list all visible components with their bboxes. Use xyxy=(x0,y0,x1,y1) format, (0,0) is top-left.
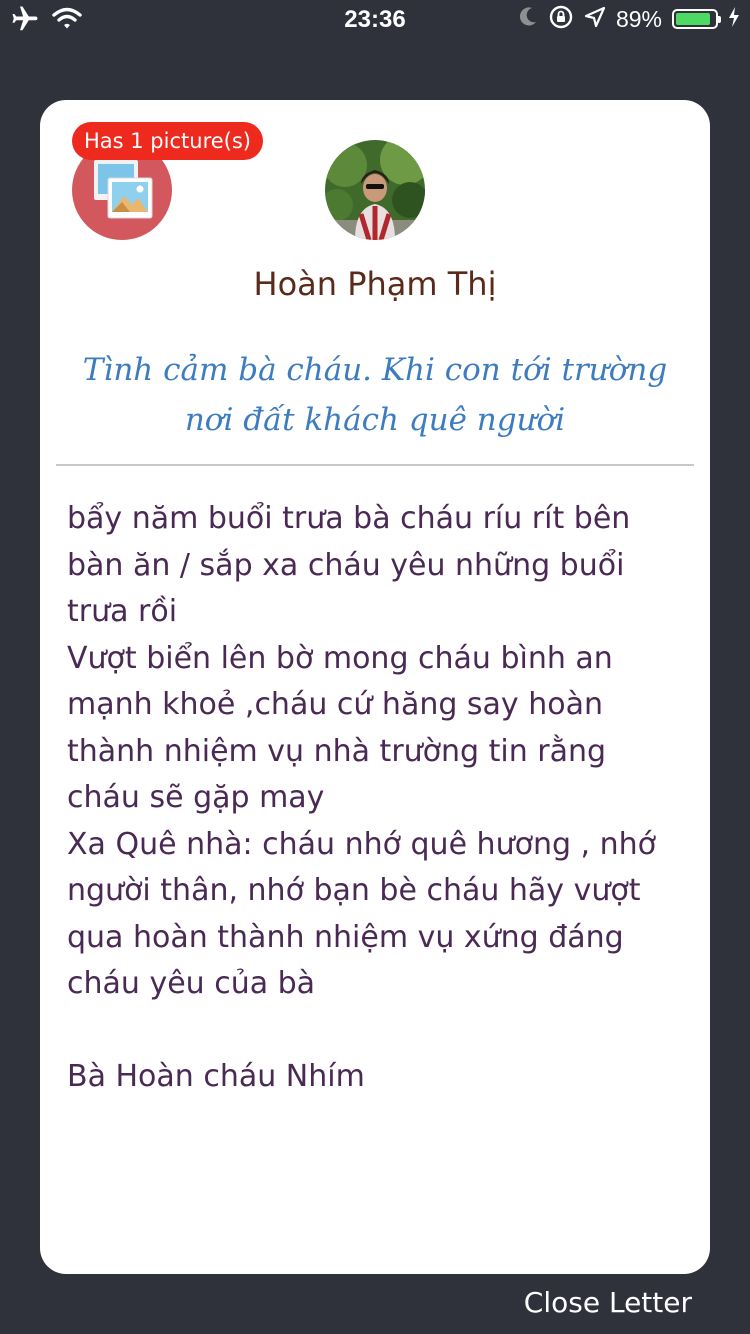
status-right-icons: 89% xyxy=(518,4,740,34)
status-bar: 23:36 89% xyxy=(0,0,750,40)
pictures-icon xyxy=(94,160,153,219)
letter-subject: Tình cảm bà cháu. Khi con tới trường nơi… xyxy=(82,352,668,438)
orientation-lock-icon xyxy=(548,4,574,34)
sender-name: Hoàn Phạm Thị xyxy=(253,265,497,303)
divider xyxy=(56,464,694,466)
letter-body: bẩy năm buổi trưa bà cháu ríu rít bên bà… xyxy=(67,501,656,1094)
letter-card: Has 1 picture(s) Hoàn Phạm Thị Tình cảm … xyxy=(40,100,710,1274)
pictures-count-badge: Has 1 picture(s) xyxy=(72,122,263,160)
battery-fill xyxy=(676,13,710,25)
location-arrow-icon xyxy=(584,6,606,32)
moon-icon xyxy=(518,6,538,32)
charging-bolt-icon xyxy=(728,6,740,32)
close-letter-button[interactable]: Close Letter xyxy=(524,1286,692,1319)
battery-percentage: 89% xyxy=(615,5,662,32)
sender-avatar xyxy=(325,140,425,240)
battery-icon xyxy=(672,9,721,29)
